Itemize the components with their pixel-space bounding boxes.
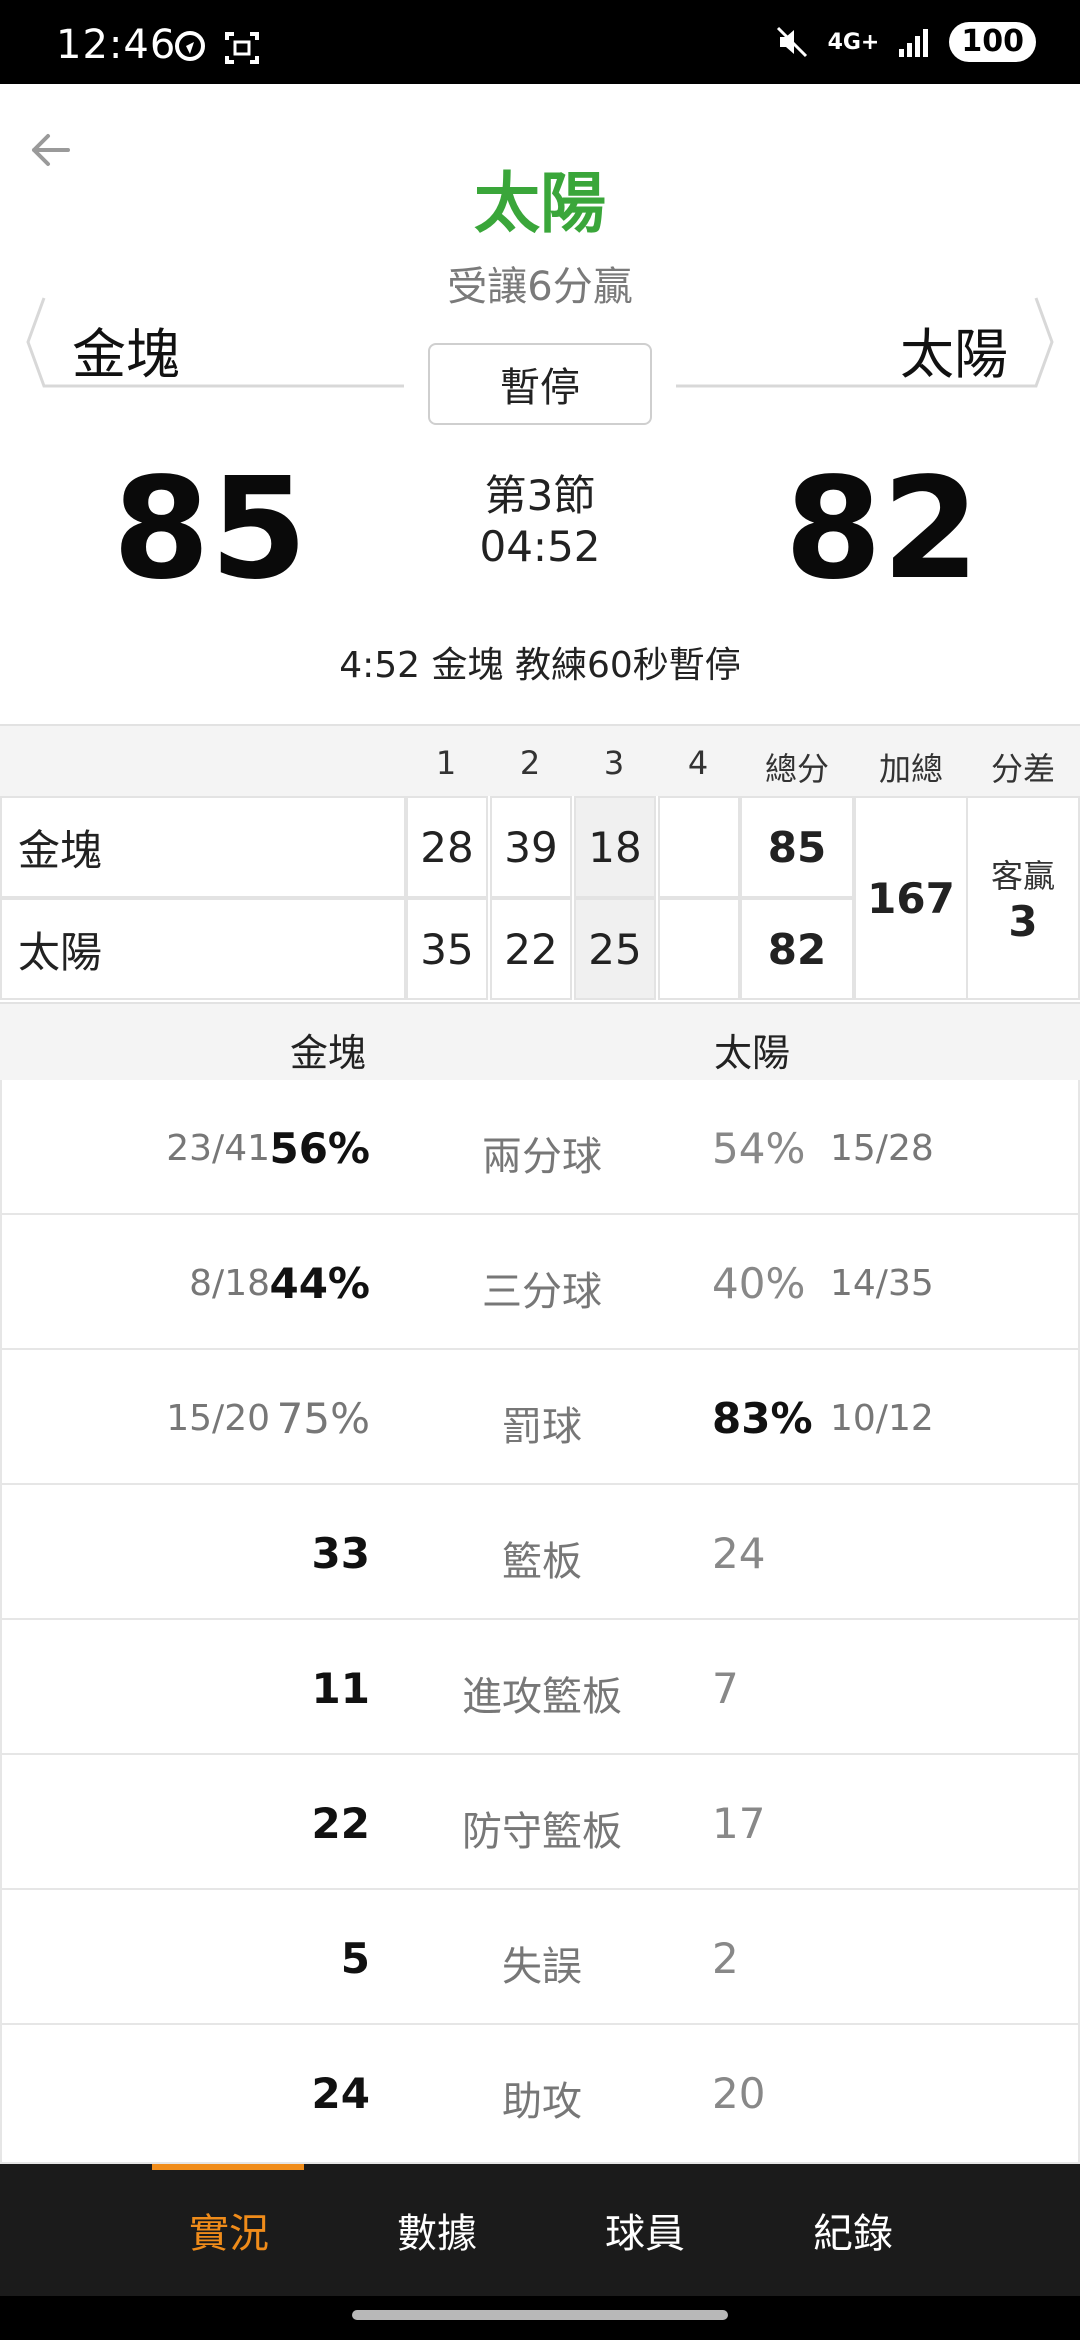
- game-clock: 04:52: [479, 522, 601, 571]
- stats-away-team: 金塊: [289, 1031, 366, 1075]
- stat-label: 罰球: [502, 1404, 582, 1450]
- stat-left-value: 44%: [269, 1259, 370, 1308]
- team-tab-label: 太陽: [900, 323, 1008, 386]
- row-total: 82: [740, 898, 854, 1000]
- tab-records[interactable]: 紀錄: [748, 2164, 958, 2296]
- location-icon: [175, 31, 205, 61]
- stat-label: 助攻: [502, 2079, 582, 2125]
- tab-live[interactable]: 實況: [124, 2164, 334, 2296]
- stat-right-ratio: 14/35: [830, 1263, 934, 1304]
- row-q4: [658, 898, 740, 1000]
- stat-right-value: 83%: [712, 1394, 813, 1443]
- stat-row: 33 籃板 24: [0, 1485, 1080, 1620]
- stat-right-ratio: 15/28: [830, 1128, 934, 1169]
- row-team-name: 金塊: [0, 796, 406, 898]
- stat-left-value: 22: [311, 1799, 370, 1848]
- stat-row: 15/20 75% 罰球 83% 10/12: [0, 1350, 1080, 1485]
- team-tab-home[interactable]: 太陽: [676, 290, 1056, 390]
- status-left-icons: [172, 30, 260, 66]
- status-time: 12:46: [56, 22, 177, 68]
- row-q1: 35: [406, 898, 488, 1000]
- point-diff: 客贏 3: [966, 796, 1080, 1000]
- stats-home-team: 太陽: [713, 1031, 790, 1075]
- stats-header: 金塊 太陽: [0, 1002, 1080, 1080]
- stat-row: 5 失誤 2: [0, 1890, 1080, 2025]
- stat-right-value: 40%: [712, 1259, 806, 1308]
- stat-label: 三分球: [482, 1269, 602, 1315]
- combined-total: 167: [854, 796, 968, 1000]
- diff-value: 3: [1008, 896, 1038, 946]
- status-right: 4G+ 100: [774, 22, 1036, 62]
- row-total: 85: [740, 796, 854, 898]
- gesture-area: [0, 2296, 1080, 2340]
- battery-badge: 100: [949, 22, 1036, 62]
- screenshot-icon: [225, 32, 259, 64]
- predicted-winner: 太陽: [474, 165, 606, 242]
- stat-right-ratio: 10/12: [830, 1398, 934, 1439]
- home-gesture-bar[interactable]: [352, 2310, 728, 2320]
- stat-right-value: 24: [712, 1529, 766, 1578]
- stat-left-value: 5: [340, 1934, 370, 1983]
- header-q3: 3: [603, 744, 625, 782]
- stat-right-value: 2: [712, 1934, 739, 1983]
- away-score: 85: [112, 448, 308, 611]
- stat-label: 兩分球: [482, 1134, 602, 1180]
- period-label: 第3節: [484, 471, 596, 520]
- stat-left-value: 24: [311, 2069, 370, 2118]
- signal-icon: [899, 29, 929, 57]
- stat-label: 進攻籃板: [462, 1674, 622, 1720]
- stat-left-value: 33: [311, 1529, 370, 1578]
- network-label: 4G+: [827, 29, 880, 55]
- stat-left-ratio: 8/18: [189, 1263, 270, 1304]
- stat-right-value: 7: [712, 1664, 739, 1713]
- home-score: 82: [784, 448, 980, 611]
- stat-row: 24 助攻 20: [0, 2025, 1080, 2164]
- stat-left-value: 56%: [269, 1124, 370, 1173]
- row-q2: 39: [490, 796, 572, 898]
- stat-row: 22 防守籃板 17: [0, 1755, 1080, 1890]
- row-team-name: 太陽: [0, 898, 406, 1000]
- stat-right-value: 54%: [712, 1124, 806, 1173]
- team-tab-label: 金塊: [72, 323, 180, 386]
- latest-event: 4:52 金塊 教練60秒暫停: [339, 645, 741, 686]
- quarter-table: 金塊 28 39 18 85 太陽 35 22 25 82 167 客贏 3: [0, 796, 1080, 1000]
- game-status-badge: 暫停: [428, 343, 652, 425]
- header-sum: 加總: [878, 750, 943, 788]
- header-q2: 2: [519, 744, 541, 782]
- header-diff: 分差: [990, 750, 1055, 788]
- header-q4: 4: [687, 744, 709, 782]
- header-q1: 1: [435, 744, 457, 782]
- stat-row: 23/41 56% 兩分球 54% 15/28: [0, 1080, 1080, 1215]
- stat-label: 防守籃板: [462, 1809, 622, 1855]
- mute-icon: [776, 26, 807, 58]
- stat-left-ratio: 15/20: [166, 1398, 270, 1439]
- stat-left-value: 75%: [276, 1394, 370, 1443]
- stat-left-value: 11: [311, 1664, 370, 1713]
- stat-label: 籃板: [502, 1539, 582, 1585]
- stat-label: 失誤: [502, 1944, 582, 1990]
- stat-right-value: 20: [712, 2069, 766, 2118]
- row-q1: 28: [406, 796, 488, 898]
- row-q3: 25: [574, 898, 656, 1000]
- stat-row: 8/18 44% 三分球 40% 14/35: [0, 1215, 1080, 1350]
- diff-label: 客贏: [990, 856, 1055, 895]
- row-q3: 18: [574, 796, 656, 898]
- stat-right-value: 17: [712, 1799, 766, 1848]
- team-tab-away[interactable]: 金塊: [24, 290, 404, 390]
- header-total: 總分: [764, 750, 829, 788]
- tab-stats[interactable]: 數據: [332, 2164, 542, 2296]
- stat-left-ratio: 23/41: [166, 1128, 270, 1169]
- row-q2: 22: [490, 898, 572, 1000]
- stat-row: 11 進攻籃板 7: [0, 1620, 1080, 1755]
- tab-players[interactable]: 球員: [540, 2164, 750, 2296]
- row-q4: [658, 796, 740, 898]
- bottom-nav: 實況 數據 球員 紀錄: [0, 2164, 1080, 2296]
- status-bar: 12:46 4G+ 100: [0, 0, 1080, 84]
- quarter-table-header: 1 2 3 4 總分 加總 分差: [0, 724, 1080, 796]
